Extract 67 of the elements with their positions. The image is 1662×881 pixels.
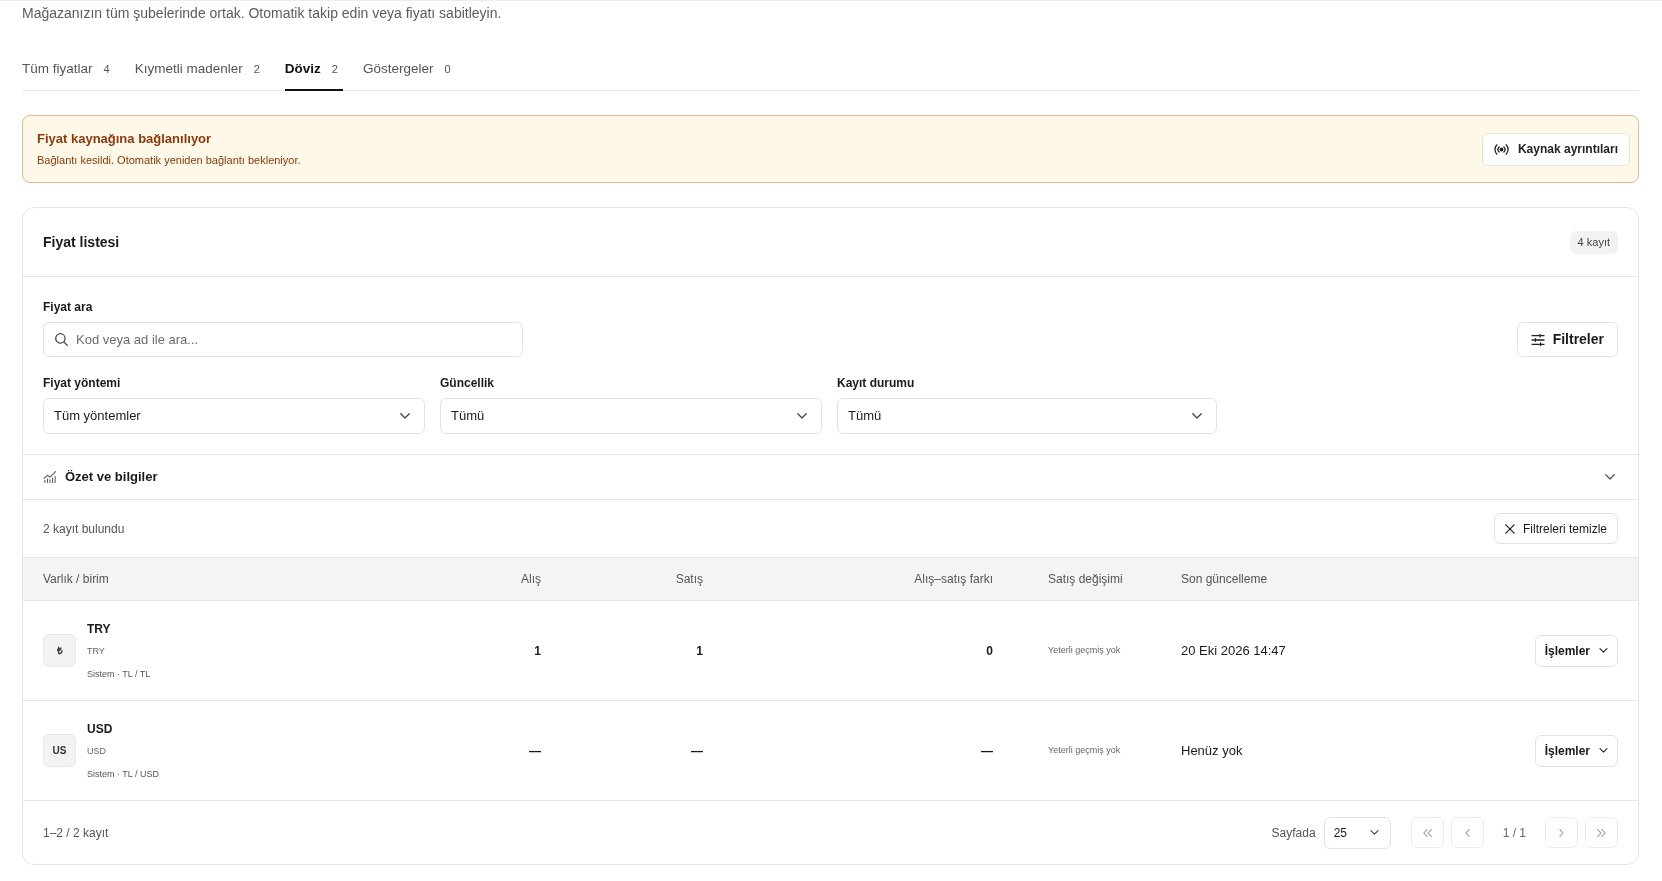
- card-title: Fiyat listesi: [43, 232, 120, 252]
- chevron-down-icon: [797, 413, 807, 419]
- change-status: Yeterli geçmiş yok: [1048, 643, 1121, 657]
- column-header: Son güncelleme: [1181, 571, 1268, 588]
- price-value: 1: [534, 642, 541, 660]
- search-label: Fiyat ara: [43, 299, 93, 315]
- chevron-down-icon: [1599, 648, 1608, 653]
- filters-button[interactable]: Filtreler: [1516, 322, 1618, 357]
- actions-button[interactable]: İşlemler: [1534, 734, 1618, 767]
- filter-select[interactable]: Tümü: [837, 398, 1217, 434]
- broadcast-icon: [1493, 143, 1509, 155]
- price-value: —: [529, 742, 541, 760]
- column-header: Varlık / birim: [43, 571, 109, 588]
- asset-code: USD: [87, 720, 113, 737]
- change-status: Yeterli geçmiş yok: [1048, 743, 1121, 757]
- asset-source: Sistem · TL / TL: [87, 667, 151, 681]
- filter-select[interactable]: Tümü: [440, 398, 822, 434]
- summary-toggle[interactable]: Özet ve bilgiler: [23, 455, 1638, 500]
- page-description: Mağazanızın tüm şubelerinde ortak. Otomatik takip edin veya fiyatı sabitleyin.: [22, 6, 502, 21]
- filter-label: Kayıt durumu: [837, 375, 915, 391]
- chevron-down-icon: [1192, 413, 1202, 419]
- banner-title: Fiyat kaynağına bağlanılıyor: [37, 131, 212, 147]
- chevron-down-icon: [1369, 830, 1379, 835]
- price-value: —: [691, 742, 703, 760]
- chevron-down-icon: [1599, 748, 1608, 753]
- asset-name: USD: [87, 744, 106, 758]
- price-value: 1: [696, 642, 703, 660]
- column-header: Satış: [675, 571, 703, 588]
- search-icon: [55, 333, 68, 346]
- filter-label: Güncellik: [440, 375, 495, 391]
- tab[interactable]: Döviz 2: [284, 49, 343, 91]
- actions-button[interactable]: İşlemler: [1534, 634, 1618, 667]
- per-page-label: Sayfada: [1271, 824, 1316, 842]
- page-range: 1–2 / 2 kayıt: [43, 824, 109, 842]
- chevron-right-icon: [1559, 828, 1564, 837]
- tab[interactable]: Göstergeler 0: [362, 49, 456, 91]
- double-chevron-right-icon: [1597, 828, 1606, 837]
- price-value: —: [981, 742, 993, 760]
- tab[interactable]: Tüm fiyatlar 4: [22, 49, 115, 91]
- clear-filters-button[interactable]: Filtreleri temizle: [1494, 513, 1618, 544]
- record-count-badge: 4 kayıt: [1569, 230, 1618, 254]
- column-header: Alış: [521, 571, 541, 588]
- column-header: Alış–satış farkı: [914, 571, 993, 588]
- filter-label: Fiyat yöntemi: [43, 375, 121, 391]
- page-indicator: 1 / 1: [1502, 824, 1526, 842]
- last-updated: 20 Eki 2026 14:47: [1181, 641, 1286, 660]
- sliders-icon: [1530, 333, 1545, 346]
- close-icon: [1505, 523, 1515, 534]
- chart-icon: [43, 471, 57, 483]
- currency-avatar: US: [43, 734, 76, 767]
- source-details-button[interactable]: Kaynak ayrıntıları: [1481, 132, 1630, 166]
- chevron-down-icon: [400, 413, 410, 419]
- last-updated: Henüz yok: [1181, 741, 1243, 760]
- chevron-left-icon: [1464, 828, 1470, 837]
- search-field[interactable]: Kod veya ad ile ara...: [43, 322, 523, 357]
- price-value: 0: [986, 642, 993, 660]
- asset-code: TRY: [87, 620, 111, 637]
- result-count: 2 kayıt bulundu: [43, 520, 125, 538]
- double-chevron-left-icon: [1422, 828, 1432, 837]
- asset-name: TRY: [87, 644, 105, 658]
- per-page-select[interactable]: 25: [1323, 816, 1391, 849]
- asset-source: Sistem · TL / USD: [87, 767, 159, 781]
- tab[interactable]: Kıymetli madenler 2: [134, 49, 265, 91]
- currency-avatar: ₺: [43, 634, 76, 667]
- banner-message: Bağlantı kesildi. Otomatik yeniden bağlantı bekleniyor.: [37, 153, 301, 167]
- filter-select[interactable]: Tüm yöntemler: [43, 398, 425, 434]
- column-header: Satış değişimi: [1048, 571, 1123, 588]
